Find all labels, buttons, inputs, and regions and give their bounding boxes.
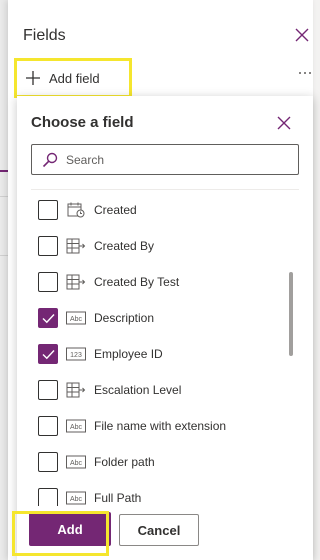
field-item-folder-path[interactable]: Abc Folder path [17,444,297,480]
field-name: Folder path [94,455,155,469]
search-input[interactable] [66,152,286,167]
lookup-table-icon [66,382,86,398]
field-item-file-name-with-extension[interactable]: Abc File name with extension [17,408,297,444]
add-button[interactable]: Add [29,512,111,546]
background-accent-line [0,170,8,172]
field-checkbox-checked[interactable] [38,344,58,364]
svg-text:Abc: Abc [70,460,83,467]
choose-field-title: Choose a field [31,114,134,131]
list-scrollbar-thumb[interactable] [289,272,293,356]
field-list: Created Created By Created By Test Abc D… [17,192,297,506]
text-abc-icon: Abc [66,455,86,469]
field-name: Employee ID [94,347,163,361]
field-name: Full Path [94,491,142,505]
background-divider [0,196,8,197]
svg-text:123: 123 [70,352,82,359]
text-abc-icon: Abc [66,491,86,505]
svg-text:Abc: Abc [70,496,83,503]
field-name: Description [94,311,155,325]
field-item-created[interactable]: Created [17,192,297,228]
field-checkbox[interactable] [38,416,58,436]
field-checkbox[interactable] [38,200,58,220]
cancel-button[interactable]: Cancel [119,514,199,546]
svg-text:Abc: Abc [70,424,83,431]
field-name: Created By Test [94,275,180,289]
checkmark-icon [42,350,55,360]
close-icon[interactable] [277,116,291,130]
search-icon [42,152,58,167]
background-app-strip [0,0,8,560]
field-item-created-by[interactable]: Created By [17,228,297,264]
choose-field-pane: Choose a field Created [17,96,313,560]
field-name: File name with extension [94,419,227,433]
calendar-clock-icon [67,202,85,218]
more-options-icon[interactable] [298,66,312,80]
plus-icon [26,71,40,85]
field-name: Created By [94,239,155,253]
field-name: Created [94,203,137,217]
text-abc-icon: Abc [66,419,86,433]
search-box[interactable] [31,144,299,175]
text-abc-icon: Abc [66,311,86,325]
field-checkbox[interactable] [38,452,58,472]
close-icon[interactable] [294,27,310,43]
field-checkbox[interactable] [38,236,58,256]
field-item-created-by-test[interactable]: Created By Test [17,264,297,300]
lookup-table-icon [66,238,86,254]
lookup-table-icon [66,274,86,290]
field-item-full-path[interactable]: Abc Full Path [17,480,297,506]
list-divider [31,189,299,190]
add-field-label: Add field [49,70,100,86]
field-checkbox-checked[interactable] [38,308,58,328]
fields-pane-title: Fields [23,27,66,44]
svg-text:Abc: Abc [70,316,83,323]
field-checkbox[interactable] [38,488,58,506]
checkmark-icon [42,314,55,324]
background-divider [0,255,8,256]
field-checkbox[interactable] [38,380,58,400]
field-checkbox[interactable] [38,272,58,292]
field-item-escalation-level[interactable]: Escalation Level [17,372,297,408]
add-field-button[interactable]: Add field [14,58,132,98]
field-item-employee-id[interactable]: 123 Employee ID [17,336,297,372]
number-123-icon: 123 [66,347,86,361]
field-item-description[interactable]: Abc Description [17,300,297,336]
field-name: Escalation Level [94,383,182,397]
